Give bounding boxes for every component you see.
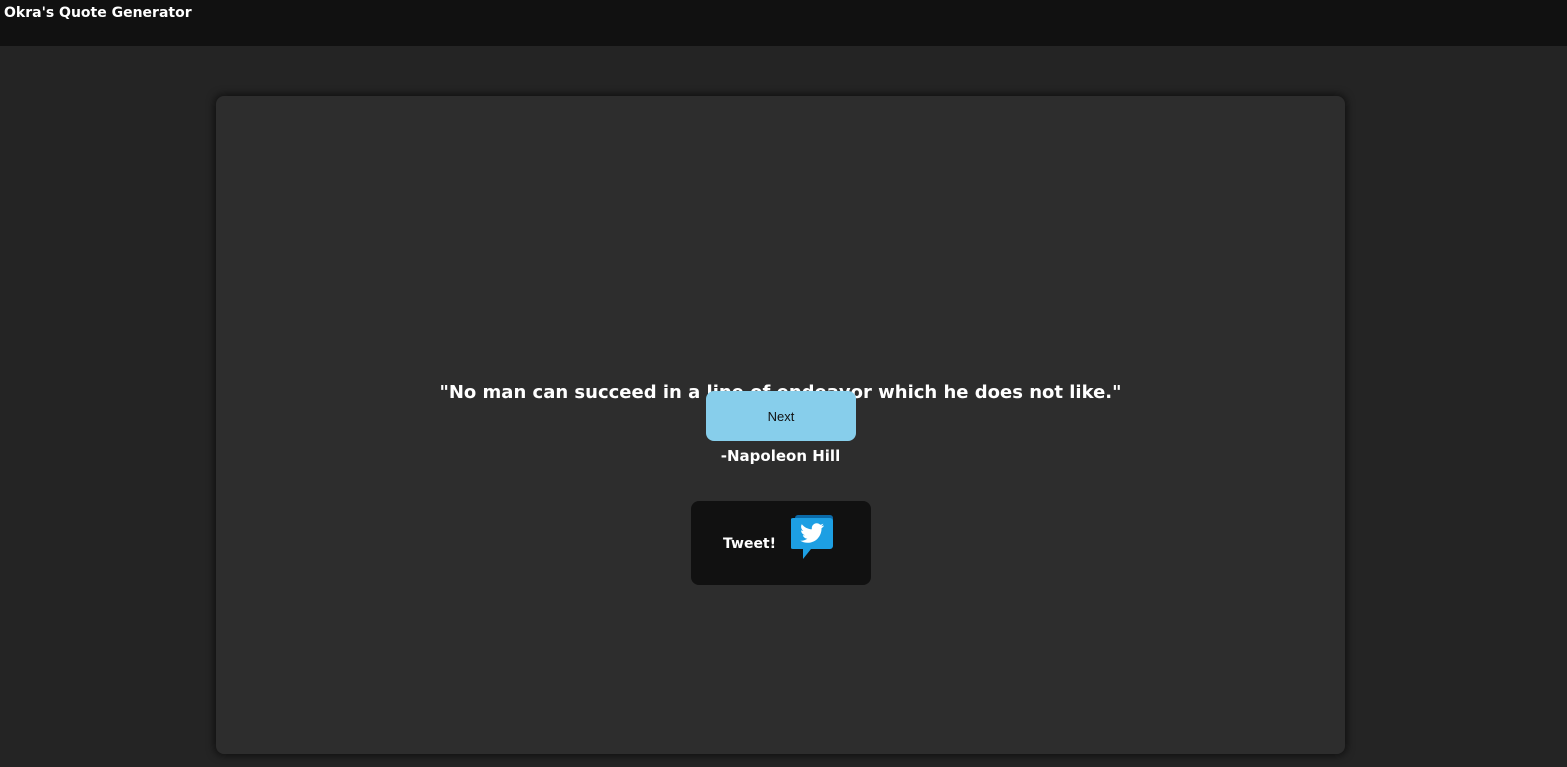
next-quote-button[interactable]: Next [706, 391, 856, 441]
quote-author: -Napoleon Hill [720, 447, 841, 465]
tweet-button[interactable]: Tweet! [691, 501, 871, 585]
tweet-label: Tweet! [723, 536, 777, 552]
twitter-icon [791, 515, 833, 559]
app-title: Okra's Quote Generator [4, 5, 192, 21]
top-header-bar: Okra's Quote Generator [0, 0, 1567, 46]
